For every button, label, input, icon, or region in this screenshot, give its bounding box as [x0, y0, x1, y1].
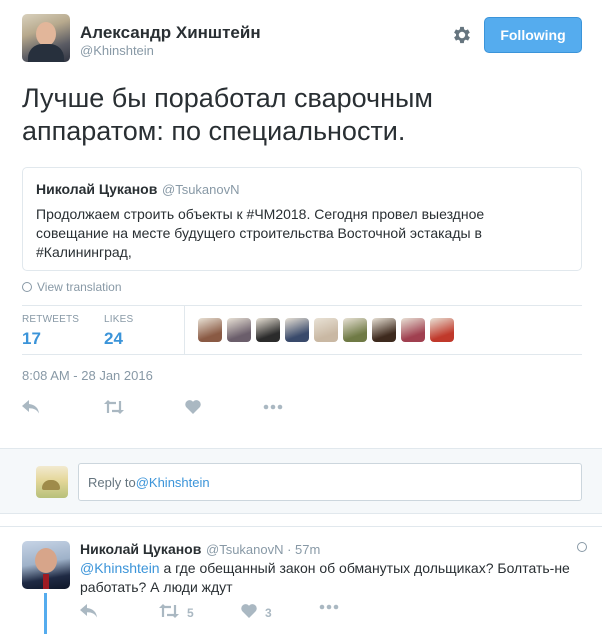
more-icon[interactable] — [263, 396, 283, 418]
liker-avatar[interactable] — [401, 318, 425, 342]
stats-divider — [184, 306, 185, 354]
heart-icon[interactable] — [185, 396, 201, 418]
retweet-icon[interactable] — [104, 396, 124, 418]
reply-reply-icon[interactable] — [80, 604, 98, 618]
reply-input[interactable]: Reply to @Khinshtein — [78, 463, 582, 501]
author-handle[interactable]: @Khinshtein — [80, 43, 154, 58]
liker-avatar[interactable] — [256, 318, 280, 342]
tweet-timestamp[interactable]: 8:08 AM - 28 Jan 2016 — [22, 368, 153, 383]
quote-text: Продолжаем строить объекты к #ЧМ2018. Се… — [36, 206, 485, 260]
quote-author-handle: @TsukanovN — [162, 182, 240, 197]
reply-retweet-button[interactable]: 5 — [159, 604, 194, 621]
reply-input-prefix: Reply to — [88, 474, 136, 490]
likes-stat[interactable]: LIKES 24 — [104, 314, 133, 349]
reply-text: @Khinshtein а где обещанный закон об обм… — [80, 559, 580, 597]
liker-avatars — [198, 318, 454, 342]
following-button[interactable]: Following — [484, 17, 582, 53]
reply-icon[interactable] — [22, 396, 40, 418]
liker-avatar[interactable] — [430, 318, 454, 342]
liker-avatar[interactable] — [285, 318, 309, 342]
current-user-avatar — [36, 466, 68, 498]
gear-icon[interactable] — [451, 24, 473, 46]
reply-like-button[interactable]: 3 — [241, 604, 272, 621]
reply-input-mention: @Khinshtein — [135, 474, 210, 490]
view-translation-label: View translation — [37, 280, 122, 294]
reply-tweet[interactable]: Николай Цуканов @TsukanovN · 57m @Khinsh… — [0, 526, 602, 634]
retweets-stat[interactable]: RETWEETS 17 — [22, 314, 79, 349]
reply-bar: Reply to @Khinshtein — [0, 448, 602, 514]
globe-icon — [577, 542, 587, 552]
quoted-tweet[interactable]: Николай Цуканов @TsukanovN Продолжаем ст… — [22, 167, 582, 271]
reply-author-handle-time[interactable]: @TsukanovN · 57m — [206, 542, 320, 557]
liker-avatar[interactable] — [314, 318, 338, 342]
heart-icon — [241, 604, 257, 621]
reply-more-icon[interactable] — [319, 604, 339, 610]
reply-like-count: 3 — [265, 605, 272, 620]
liker-avatar[interactable] — [372, 318, 396, 342]
thread-line — [44, 593, 47, 634]
liker-avatar[interactable] — [227, 318, 251, 342]
view-translation-link[interactable]: View translation — [22, 280, 122, 294]
quote-author-name: Николай Цуканов — [36, 181, 158, 197]
likes-count: 24 — [104, 329, 123, 348]
reply-retweet-count: 5 — [187, 605, 194, 620]
likes-label: LIKES — [104, 314, 134, 325]
liker-avatar[interactable] — [343, 318, 367, 342]
retweets-label: RETWEETS — [22, 314, 80, 325]
reply-author-name[interactable]: Николай Цуканов — [80, 541, 201, 557]
retweet-icon — [159, 604, 179, 621]
reply-author-avatar[interactable] — [22, 541, 70, 589]
tweet-text: Лучше бы поработал сварочным аппаратом: … — [22, 83, 433, 146]
retweets-count: 17 — [22, 329, 41, 348]
reply-mention[interactable]: @Khinshtein — [80, 560, 160, 576]
liker-avatar[interactable] — [198, 318, 222, 342]
author-name[interactable]: Александр Хинштейн — [80, 23, 261, 43]
globe-icon — [22, 282, 32, 292]
author-avatar[interactable] — [22, 14, 70, 62]
tweet-stats: RETWEETS 17 LIKES 24 — [22, 305, 582, 355]
